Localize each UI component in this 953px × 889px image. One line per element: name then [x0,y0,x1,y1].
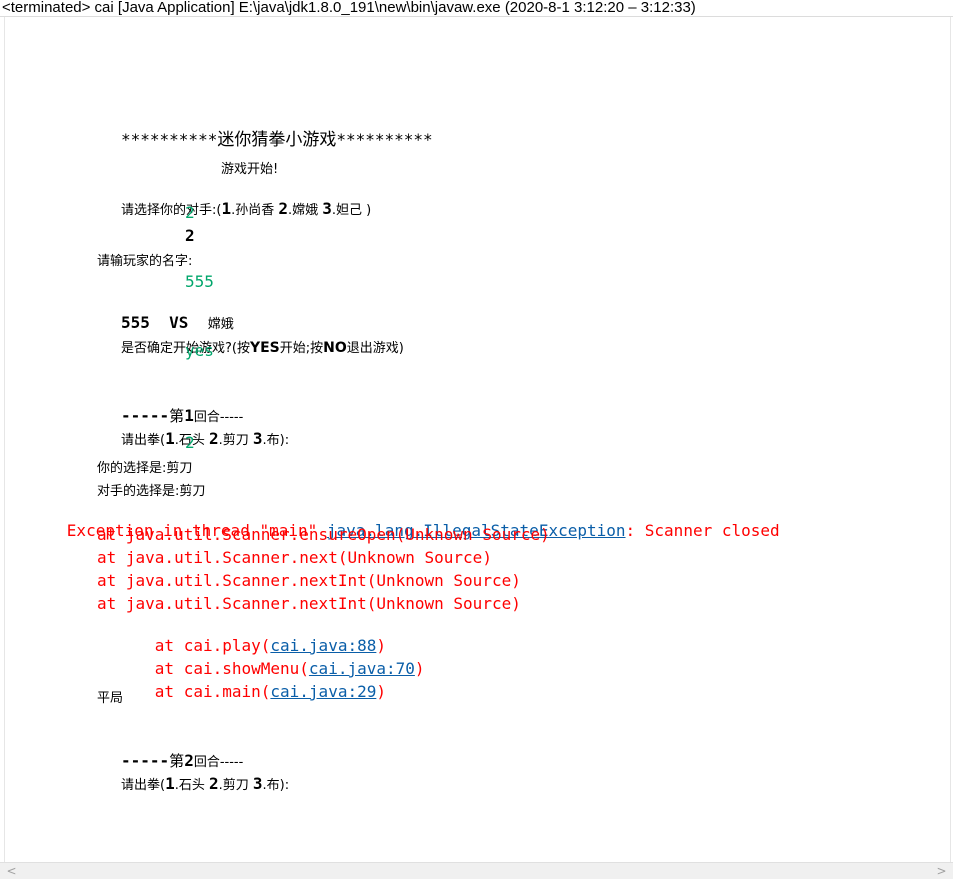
user-input-opponent: 2 [185,203,195,222]
close-paren: ) [376,682,386,701]
console-output[interactable]: **********迷你猜拳小游戏********** 游戏开始! 请选择你的对… [6,18,948,861]
confirm-no: NO [323,340,347,356]
banner-stars-right: ********** [336,130,433,149]
user-input-punch: 2 [185,433,195,452]
punch2-2-number: 2 [208,774,219,793]
bottom-strip [0,879,953,889]
frame-left-border [0,17,5,862]
stack-main-prefix: at cai.main( [154,682,271,701]
punch2-1-number: 1 [165,774,175,793]
user-input-name: 555 [185,272,214,291]
stack-frame: at java.util.Scanner.next(Unknown Source… [97,548,492,567]
stack-frame: at java.util.Scanner.ensureOpen(Unknown … [97,525,550,544]
punch2-3-number: 3 [252,774,263,793]
punch-1-number: 1 [165,429,175,448]
punch-3-number: 3 [252,429,263,448]
your-choice-line: 你的选择是:剪刀 [97,461,193,476]
opponent-3-name: .妲己 ) [331,203,372,218]
punch2-1-name: .石头 [174,778,209,793]
choose-opponent-line: 请选择你的对手:(1.孙尚香 2.嫦娥 3.妲己 ) [97,181,371,237]
scroll-right-arrow-icon[interactable]: > [933,863,950,879]
opponent-2-number: 2 [278,199,288,218]
punch-prompt-2: 请出拳(1.石头 2.剪刀 3.布): [97,756,289,812]
banner-stars-left: ********** [121,130,218,149]
opponent-2-name: .嫦娥 [288,203,323,218]
punch-3-name: .布): [262,433,290,448]
confirm-line: 是否确定开始游戏?(按YES开始;按NO退出游戏) [97,319,404,375]
scroll-left-arrow-icon[interactable]: < [3,863,20,879]
punch-prefix: 请出拳( [121,433,166,448]
echo-opponent: 2 [185,226,195,245]
user-input-confirm: yes [185,341,214,360]
punch-2-name: .剪刀 [218,433,253,448]
confirm-yes: YES [249,340,280,356]
punch2-prefix: 请出拳( [121,778,166,793]
source-link-main[interactable]: cai.java:29 [270,682,376,701]
horizontal-scrollbar[interactable]: < > [0,862,953,879]
opponent-1-name: .孙尚香 [231,203,279,218]
console-title: <terminated> cai [Java Application] E:\j… [0,0,953,17]
punch-2-number: 2 [208,429,219,448]
stack-frame: at java.util.Scanner.nextInt(Unknown Sou… [97,571,521,590]
confirm-mid: 开始;按 [279,341,324,356]
choose-opponent-prefix: 请选择你的对手:( [121,203,222,218]
ask-name-line: 请输玩家的名字: [97,254,193,269]
banner-title: 迷你猜拳小游戏 [217,130,337,150]
console-window: <terminated> cai [Java Application] E:\j… [0,0,953,889]
game-start-line: 游戏开始! [221,162,279,177]
close-paren: ) [414,659,425,678]
opponent-choice-line: 对手的选择是:剪刀 [97,484,206,499]
opponent-3-number: 3 [322,199,332,218]
draw-line: 平局 [97,691,124,706]
exception-message: : Scanner closed [625,521,780,540]
confirm-suffix: 退出游戏) [346,341,404,356]
stack-frame-main: at cai.main(cai.java:29) [97,663,386,720]
punch2-3-name: .布): [262,778,290,793]
punch2-2-name: .剪刀 [218,778,253,793]
opponent-1-number: 1 [221,199,232,218]
stack-frame: at java.util.Scanner.nextInt(Unknown Sou… [97,594,521,613]
